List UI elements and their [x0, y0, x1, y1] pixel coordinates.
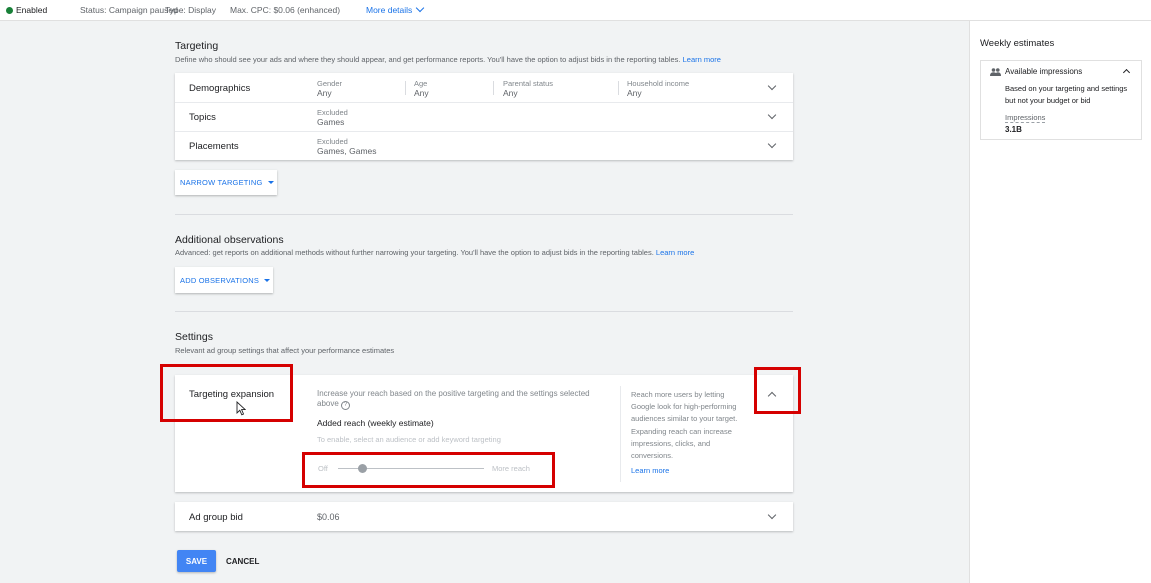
topics-excluded-value: Games [317, 117, 345, 127]
parental-status-value: Any [503, 88, 518, 98]
available-impressions-description: Based on your targeting and settings but… [1005, 84, 1128, 105]
help-icon[interactable]: ? [341, 401, 351, 410]
more-details-link[interactable]: More details [366, 3, 425, 15]
add-observations-button[interactable]: ADD OBSERVATIONS [175, 267, 273, 293]
demographics-label: Demographics [189, 83, 251, 94]
cancel-button[interactable]: CANCEL [226, 550, 259, 572]
chevron-down-icon[interactable] [767, 139, 777, 149]
chevron-down-icon[interactable] [767, 110, 777, 120]
section-divider [175, 311, 793, 312]
targeting-learn-more-link[interactable]: Learn more [683, 55, 721, 64]
topics-label: Topics [189, 112, 216, 123]
campaign-type: Type: Display [165, 5, 217, 15]
added-reach-title: Added reach (weekly estimate) [317, 418, 434, 428]
ad-group-bid-value: $0.06 [317, 512, 340, 522]
parental-status-label: Parental status [503, 79, 554, 88]
observations-learn-more-link[interactable]: Learn more [656, 248, 694, 257]
placements-row[interactable]: Placements Excluded Games, Games [175, 131, 793, 160]
impressions-label[interactable]: Impressions [1005, 113, 1046, 123]
gender-label: Gender [317, 79, 343, 88]
max-cpc: Max. CPC: $0.06 (enhanced) [230, 5, 341, 15]
campaign-status-bar: Enabled Status: Campaign paused Type: Di… [0, 0, 1151, 21]
highlight-box-expand-toggle [754, 367, 801, 414]
chevron-down-icon[interactable] [767, 510, 777, 520]
narrow-targeting-button[interactable]: NARROW TARGETING [175, 170, 277, 195]
chevron-down-icon [416, 3, 425, 13]
enabled-dot-icon [6, 7, 13, 14]
topics-excluded-label: Excluded [317, 108, 348, 117]
impressions-value: 3.1B [1005, 125, 1022, 134]
targeting-expansion-description: Increase your reach based on the positiv… [317, 389, 590, 410]
targeting-description: Define who should see your ads and where… [175, 55, 721, 64]
ad-group-bid-label: Ad group bid [189, 512, 243, 523]
settings-description: Relevant ad group settings that affect y… [175, 346, 395, 355]
field-divider [493, 81, 494, 95]
field-divider [405, 81, 406, 95]
reach-explanation: Reach more users by letting Google look … [631, 390, 738, 461]
weekly-estimates-title: Weekly estimates [980, 38, 1055, 49]
campaign-status: Status: Campaign paused [80, 5, 178, 15]
dropdown-caret-icon [267, 181, 274, 184]
panel-divider [620, 386, 621, 482]
observations-description: Advanced: get reports on additional meth… [175, 248, 695, 257]
chevron-down-icon[interactable] [767, 81, 777, 91]
age-value: Any [414, 88, 429, 98]
age-label: Age [414, 79, 428, 88]
available-impressions-card: Available impressions Based on your targ… [980, 60, 1142, 140]
highlight-box-targeting-expansion [160, 364, 293, 422]
settings-title: Settings [175, 331, 213, 343]
gender-value: Any [317, 88, 332, 98]
field-divider [618, 81, 619, 95]
household-income-label: Household income [627, 79, 690, 88]
chevron-up-icon[interactable] [1122, 68, 1131, 77]
targeting-card: Demographics Gender Any Age Any Parental… [175, 73, 793, 160]
available-impressions-title: Available impressions [1005, 67, 1083, 76]
enabled-status: Enabled [6, 5, 47, 15]
added-reach-hint: To enable, select an audience or add key… [317, 435, 501, 444]
placements-excluded-label: Excluded [317, 137, 348, 146]
topics-row[interactable]: Topics Excluded Games [175, 102, 793, 132]
highlight-box-reach-slider [302, 452, 555, 488]
placements-label: Placements [189, 141, 239, 152]
placements-excluded-value: Games, Games [317, 146, 377, 156]
demographics-row[interactable]: Demographics Gender Any Age Any Parental… [175, 73, 793, 103]
household-income-value: Any [627, 88, 642, 98]
dropdown-caret-icon [264, 278, 271, 282]
people-icon [990, 68, 1001, 76]
save-button[interactable]: SAVE [177, 550, 216, 572]
targeting-title: Targeting [175, 40, 219, 52]
section-divider [175, 214, 793, 215]
observations-title: Additional observations [175, 234, 284, 246]
expansion-learn-more-link[interactable]: Learn more [631, 466, 669, 475]
ad-group-bid-row[interactable]: Ad group bid $0.06 [175, 502, 793, 531]
